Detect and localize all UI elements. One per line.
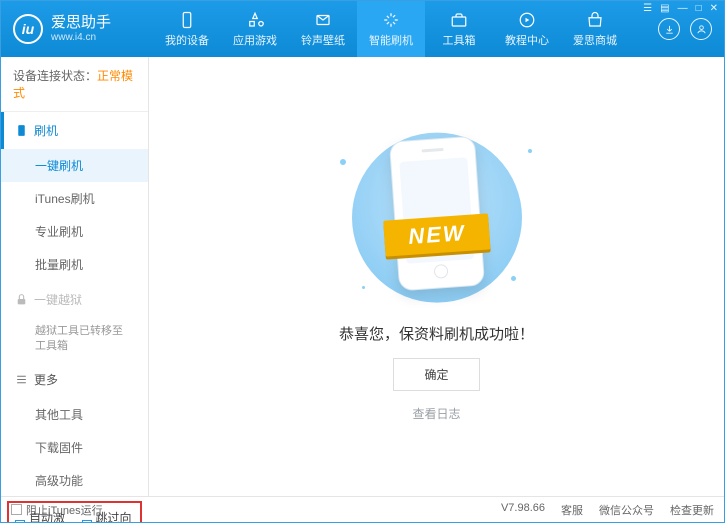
tab-label: 铃声壁纸 (301, 32, 345, 48)
main-panel: NEW 恭喜您，保资料刷机成功啦！ 确定 查看日志 (149, 57, 724, 496)
tray-icon[interactable]: ▤ (660, 3, 669, 14)
status-label: 设备连接状态： (13, 69, 97, 83)
sidebar-group-label: 一键越狱 (34, 291, 82, 308)
tab-ring[interactable]: 铃声壁纸 (289, 1, 357, 57)
sidebar-group-label: 刷机 (34, 122, 58, 139)
minimize-icon[interactable]: — (678, 3, 688, 14)
store-icon (586, 11, 604, 29)
success-message: 恭喜您，保资料刷机成功啦！ (339, 323, 534, 344)
sidebar-item[interactable]: 专业刷机 (1, 215, 148, 248)
logo-icon: iu (13, 14, 43, 44)
sidebar-item[interactable]: 高级功能 (1, 464, 148, 497)
logo: iu 爱思助手 www.i4.cn (13, 14, 153, 44)
titlebar: ☰ ▤ — □ ✕ iu 爱思助手 www.i4.cn 我的设备 应用游戏 铃声壁纸… (1, 1, 724, 57)
maximize-icon[interactable]: □ (696, 3, 702, 14)
menu-icon[interactable]: ☰ (643, 3, 652, 14)
apps-icon (246, 11, 264, 29)
ok-button[interactable]: 确定 (393, 358, 479, 391)
lock-icon (15, 293, 28, 306)
top-nav: 我的设备 应用游戏 铃声壁纸 智能刷机 工具箱 教程中心 爱思商城 (153, 1, 652, 57)
toolbox-icon (450, 11, 468, 29)
ring-icon (314, 11, 332, 29)
update-link[interactable]: 检查更新 (670, 502, 714, 518)
tab-label: 智能刷机 (369, 32, 413, 48)
version-label: V7.98.66 (501, 502, 545, 518)
tab-label: 我的设备 (165, 32, 209, 48)
success-illustration: NEW (322, 131, 552, 311)
sidebar-item[interactable]: 下载固件 (1, 431, 148, 464)
checkbox-block-itunes[interactable]: 阻止iTunes运行 (11, 502, 103, 518)
tab-device[interactable]: 我的设备 (153, 1, 221, 57)
sidebar-item[interactable]: 其他工具 (1, 398, 148, 431)
user-icon[interactable] (690, 18, 712, 40)
app-url: www.i4.cn (51, 32, 111, 43)
app-title: 爱思助手 (51, 15, 111, 32)
list-icon (15, 373, 28, 386)
app-window: ☰ ▤ — □ ✕ iu 爱思助手 www.i4.cn 我的设备 应用游戏 铃声壁纸… (0, 0, 725, 523)
connection-status: 设备连接状态：正常模式 (1, 57, 148, 112)
jailbreak-note: 越狱工具已转移至 工具箱 (1, 318, 148, 361)
tab-tutorial[interactable]: 教程中心 (493, 1, 561, 57)
body: 设备连接状态：正常模式 刷机 一键刷机iTunes刷机专业刷机批量刷机 一键越狱… (1, 57, 724, 496)
flash-icon (382, 11, 400, 29)
sidebar-group-jailbreak[interactable]: 一键越狱 (1, 281, 148, 318)
support-link[interactable]: 客服 (561, 502, 583, 518)
tab-label: 应用游戏 (233, 32, 277, 48)
view-log-link[interactable]: 查看日志 (412, 405, 460, 422)
phone-icon (15, 124, 28, 137)
tab-apps[interactable]: 应用游戏 (221, 1, 289, 57)
checkbox-label: 阻止iTunes运行 (26, 502, 103, 518)
download-icon[interactable] (658, 18, 680, 40)
tab-label: 教程中心 (505, 32, 549, 48)
sidebar-group-label: 更多 (34, 371, 58, 388)
tab-flash[interactable]: 智能刷机 (357, 1, 425, 57)
footer: 阻止iTunes运行 V7.98.66 客服 微信公众号 检查更新 (1, 496, 724, 522)
tab-toolbox[interactable]: 工具箱 (425, 1, 493, 57)
window-controls: ☰ ▤ — □ ✕ (643, 3, 718, 14)
sidebar-item[interactable]: 批量刷机 (1, 248, 148, 281)
titlebar-actions (658, 18, 712, 40)
tab-label: 爱思商城 (573, 32, 617, 48)
wechat-link[interactable]: 微信公众号 (599, 502, 654, 518)
sidebar-item[interactable]: 一键刷机 (1, 149, 148, 182)
sidebar-group-more[interactable]: 更多 (1, 361, 148, 398)
tab-store[interactable]: 爱思商城 (561, 1, 629, 57)
tutorial-icon (518, 11, 536, 29)
device-icon (178, 11, 196, 29)
sidebar-group-flash[interactable]: 刷机 (1, 112, 148, 149)
close-icon[interactable]: ✕ (710, 3, 718, 14)
sidebar-item[interactable]: iTunes刷机 (1, 182, 148, 215)
tab-label: 工具箱 (443, 32, 476, 48)
sidebar: 设备连接状态：正常模式 刷机 一键刷机iTunes刷机专业刷机批量刷机 一键越狱… (1, 57, 149, 496)
